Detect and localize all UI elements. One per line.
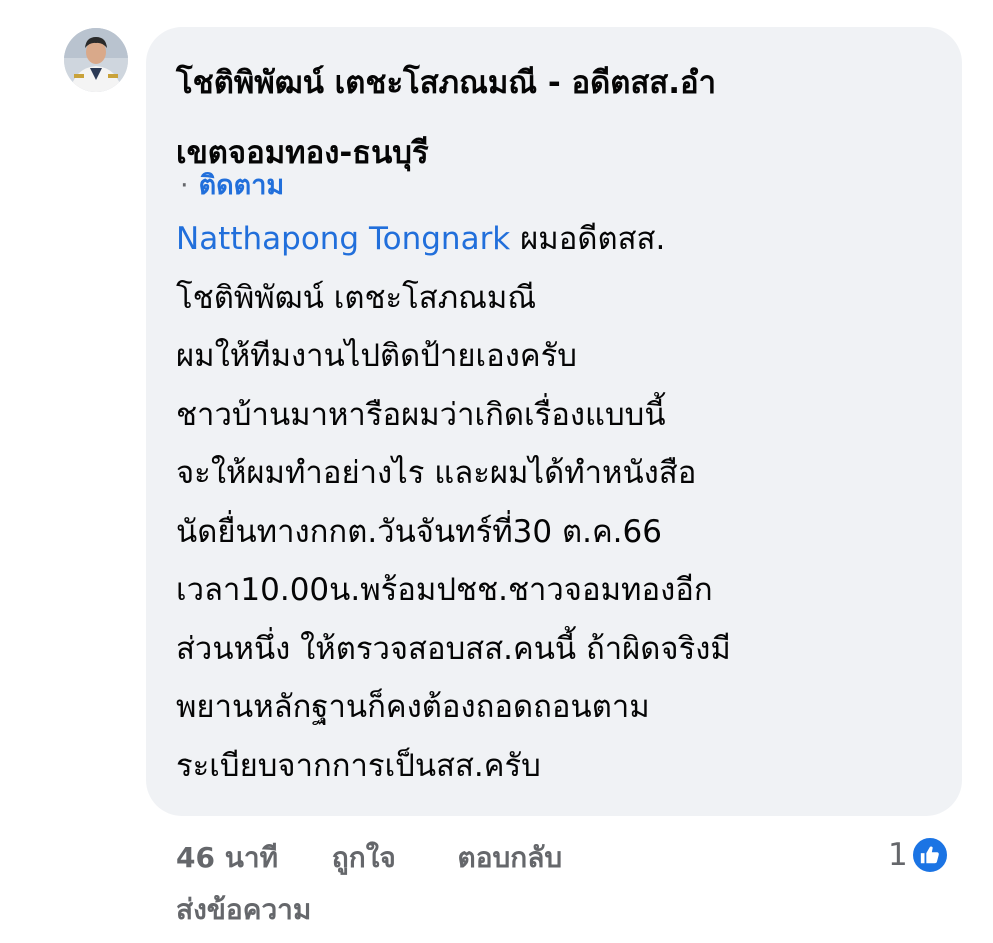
comment-line-3: ผมให้ทีมงานไปติดป้ายเองครับ: [176, 338, 577, 374]
reaction-count: 1: [888, 837, 908, 873]
follow-button[interactable]: ติดตาม: [199, 170, 285, 201]
comment-line-1: Natthapong Tongnark ผมอดีตสส.: [176, 210, 946, 269]
comment-line-10: ระเบียบจากการเป็นสส.ครับ: [176, 747, 541, 784]
like-button[interactable]: ถูกใจ: [332, 836, 396, 880]
follow-link-row: · ติดตาม: [180, 166, 284, 206]
comment-line-6: นัดยื่นทางกกต.วันจันทร์ที่30 ต.ค.66: [176, 513, 662, 550]
commenter-avatar[interactable]: [64, 28, 128, 92]
author-name-line-1[interactable]: โชติพิพัฒน์ เตชะโสภณมณี - อดีตสส.อำ: [176, 48, 896, 118]
comment-line-7: เวลา10.00น.พร้อมปชช.ชาวจอมทองอีก: [176, 572, 713, 608]
follow-separator: ·: [180, 170, 189, 201]
reactions-summary[interactable]: 1: [888, 832, 950, 878]
mention-link[interactable]: Natthapong Tongnark: [176, 221, 510, 257]
comment-line-5: จะให้ผมทำอย่างไร และผมได้ทำหนังสือ: [176, 455, 697, 491]
reply-button[interactable]: ตอบกลับ: [458, 836, 563, 880]
comment-line-8: ส่วนหนึ่ง ให้ตรวจสอบสส.คนนี้ ถ้าผิดจริงม…: [176, 630, 731, 667]
comment-line-9: พยานหลักฐานก็คงต้องถอดถอนตาม: [176, 689, 650, 725]
comment-line-1-text: ผมอดีตสส.: [510, 221, 666, 257]
comment-text: Natthapong Tongnark ผมอดีตสส. โชติพิพัฒน…: [176, 210, 946, 795]
comment-line-2: โชติพิพัฒน์ เตชะโสภณมณี: [176, 279, 537, 316]
avatar-photo-icon: [64, 28, 128, 92]
send-message-button[interactable]: ส่งข้อความ: [176, 888, 311, 932]
comment-line-4: ชาวบ้านมาหารือผมว่าเกิดเรื่องแบบนี้: [176, 396, 666, 433]
comment-timestamp[interactable]: 46 นาที: [176, 836, 278, 880]
like-thumb-icon: [909, 835, 950, 875]
comment-actions: 46 นาที ถูกใจ ตอบกลับ: [176, 836, 562, 880]
